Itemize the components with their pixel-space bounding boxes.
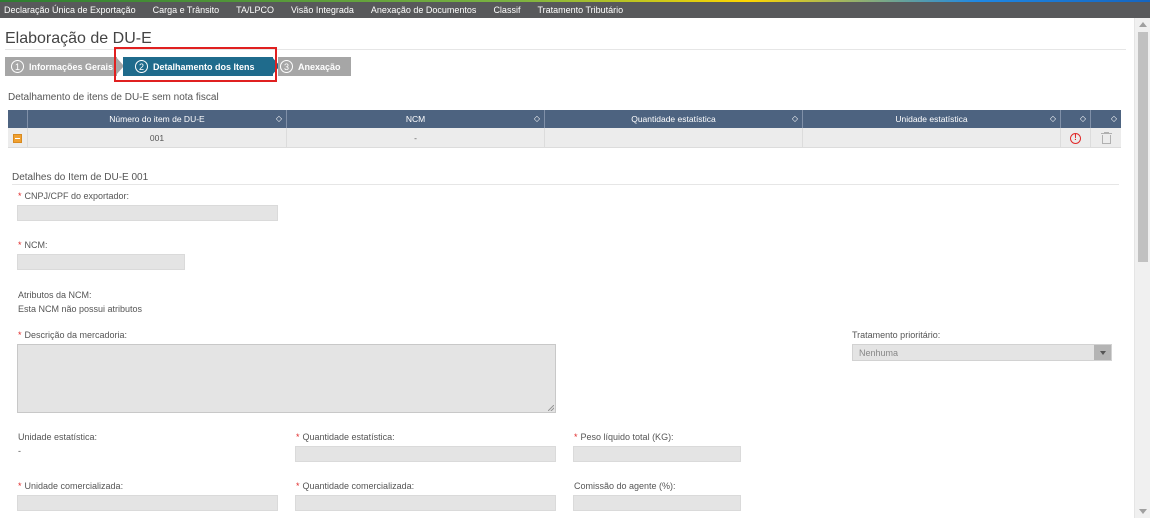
header-ncm[interactable]: NCM ◇: [287, 110, 545, 128]
table-row[interactable]: 001 - !: [8, 128, 1121, 148]
warning-icon[interactable]: !: [1070, 132, 1081, 144]
page-title: Elaboração de DU-E: [5, 30, 152, 47]
unidade-comercializada-label: * Unidade comercializada:: [18, 481, 124, 491]
required-mark: *: [296, 432, 300, 442]
quantidade-comercializada-input[interactable]: [295, 495, 556, 511]
sort-icon[interactable]: ◇: [534, 114, 540, 123]
cell-status: !: [1061, 128, 1091, 148]
cnpj-label: * CNPJ/CPF do exportador:: [18, 191, 130, 201]
cnpj-input[interactable]: [17, 205, 278, 221]
header-actions-col[interactable]: ◇: [1091, 110, 1121, 128]
header-unidade-estatistica[interactable]: Unidade estatística ◇: [803, 110, 1061, 128]
comissao-agente-label: Comissão do agente (%):: [574, 481, 676, 491]
nav-declaracao-unica[interactable]: Declaração Única de Exportação: [4, 5, 136, 15]
descricao-textarea[interactable]: [17, 344, 556, 413]
sort-icon[interactable]: ◇: [1050, 114, 1056, 123]
required-mark: *: [18, 240, 22, 250]
peso-liquido-label: * Peso líquido total (KG):: [574, 432, 674, 442]
sort-icon[interactable]: ◇: [1080, 114, 1086, 123]
sort-icon[interactable]: ◇: [792, 114, 798, 123]
scrollbar-thumb[interactable]: [1138, 32, 1148, 262]
required-mark: *: [296, 481, 300, 491]
cell-quantidade-estatistica: [545, 128, 803, 148]
nav-carga-transito[interactable]: Carga e Trânsito: [153, 5, 220, 15]
step-number-1: 1: [11, 60, 24, 73]
chevron-down-icon[interactable]: [1094, 345, 1111, 360]
comissao-agente-input[interactable]: [573, 495, 741, 511]
top-nav-bar: Declaração Única de Exportação Carga e T…: [0, 0, 1150, 18]
nav-anexacao-documentos[interactable]: Anexação de Documentos: [371, 5, 477, 15]
required-mark: *: [18, 481, 22, 491]
unidade-estatistica-label: Unidade estatística:: [18, 432, 98, 442]
header-expand-col: [8, 110, 28, 128]
cell-unidade-estatistica: [803, 128, 1061, 148]
peso-liquido-input[interactable]: [573, 446, 741, 462]
required-mark: *: [18, 330, 22, 340]
tratamento-label: Tratamento prioritário:: [852, 330, 941, 340]
cell-numero-item: 001: [28, 128, 287, 148]
header-status-col[interactable]: ◇: [1061, 110, 1091, 128]
details-section-title: Detalhes do Item de DU-E 001: [12, 172, 149, 183]
quantidade-estatistica-input[interactable]: [295, 446, 556, 462]
sort-icon[interactable]: ◇: [1111, 114, 1117, 123]
wizard-step-informacoes-gerais[interactable]: 1 Informações Gerais: [5, 57, 117, 76]
top-accent-stripe: [0, 0, 1150, 2]
scroll-down-icon[interactable]: [1139, 509, 1147, 514]
step-label: Informações Gerais: [29, 61, 114, 72]
sort-icon[interactable]: ◇: [276, 114, 282, 123]
row-collapse-cell[interactable]: [8, 128, 28, 148]
required-mark: *: [18, 191, 22, 201]
trash-icon[interactable]: [1100, 132, 1112, 144]
header-quantidade-estatistica[interactable]: Quantidade estatística ◇: [545, 110, 803, 128]
tratamento-selected-value: Nenhuma: [859, 347, 899, 358]
quantidade-comercializada-label: * Quantidade comercializada:: [296, 481, 415, 491]
cell-actions: [1091, 128, 1121, 148]
header-numero-item[interactable]: Número do item de DU-E ◇: [28, 110, 287, 128]
details-divider: [12, 184, 1119, 185]
nav-ta-lpco[interactable]: TA/LPCO: [236, 5, 274, 15]
ncm-label: * NCM:: [18, 240, 48, 250]
items-table: Número do item de DU-E ◇ NCM ◇ Quantidad…: [8, 110, 1121, 148]
items-section-title: Detalhamento de itens de DU-E sem nota f…: [8, 92, 219, 103]
collapse-minus-icon[interactable]: [13, 133, 22, 143]
atributos-ncm-value: Esta NCM não possui atributos: [18, 304, 143, 314]
step-label: Anexação: [298, 61, 341, 72]
tratamento-select[interactable]: Nenhuma: [852, 344, 1112, 361]
wizard-step-anexacao[interactable]: 3 Anexação: [278, 57, 351, 76]
descricao-label: * Descrição da mercadoria:: [18, 330, 128, 340]
step-number-3: 3: [280, 60, 293, 73]
cell-ncm: -: [287, 128, 545, 148]
atributos-ncm-label: Atributos da NCM:: [18, 290, 92, 300]
unidade-estatistica-value: -: [18, 446, 21, 456]
top-nav-menu: Declaração Única de Exportação Carga e T…: [4, 3, 640, 17]
nav-classif[interactable]: Classif: [493, 5, 520, 15]
required-mark: *: [574, 432, 578, 442]
resize-grip-icon[interactable]: [548, 405, 554, 411]
unidade-comercializada-input[interactable]: [17, 495, 278, 511]
scroll-up-icon[interactable]: [1139, 22, 1147, 27]
table-header: Número do item de DU-E ◇ NCM ◇ Quantidad…: [8, 110, 1121, 128]
nav-tratamento-tributario[interactable]: Tratamento Tributário: [537, 5, 623, 15]
active-step-highlight-box: [114, 47, 277, 82]
ncm-input[interactable]: [17, 254, 185, 270]
page-scrollbar[interactable]: [1134, 18, 1150, 518]
quantidade-estatistica-label: * Quantidade estatística:: [296, 432, 395, 442]
nav-visao-integrada[interactable]: Visão Integrada: [291, 5, 354, 15]
